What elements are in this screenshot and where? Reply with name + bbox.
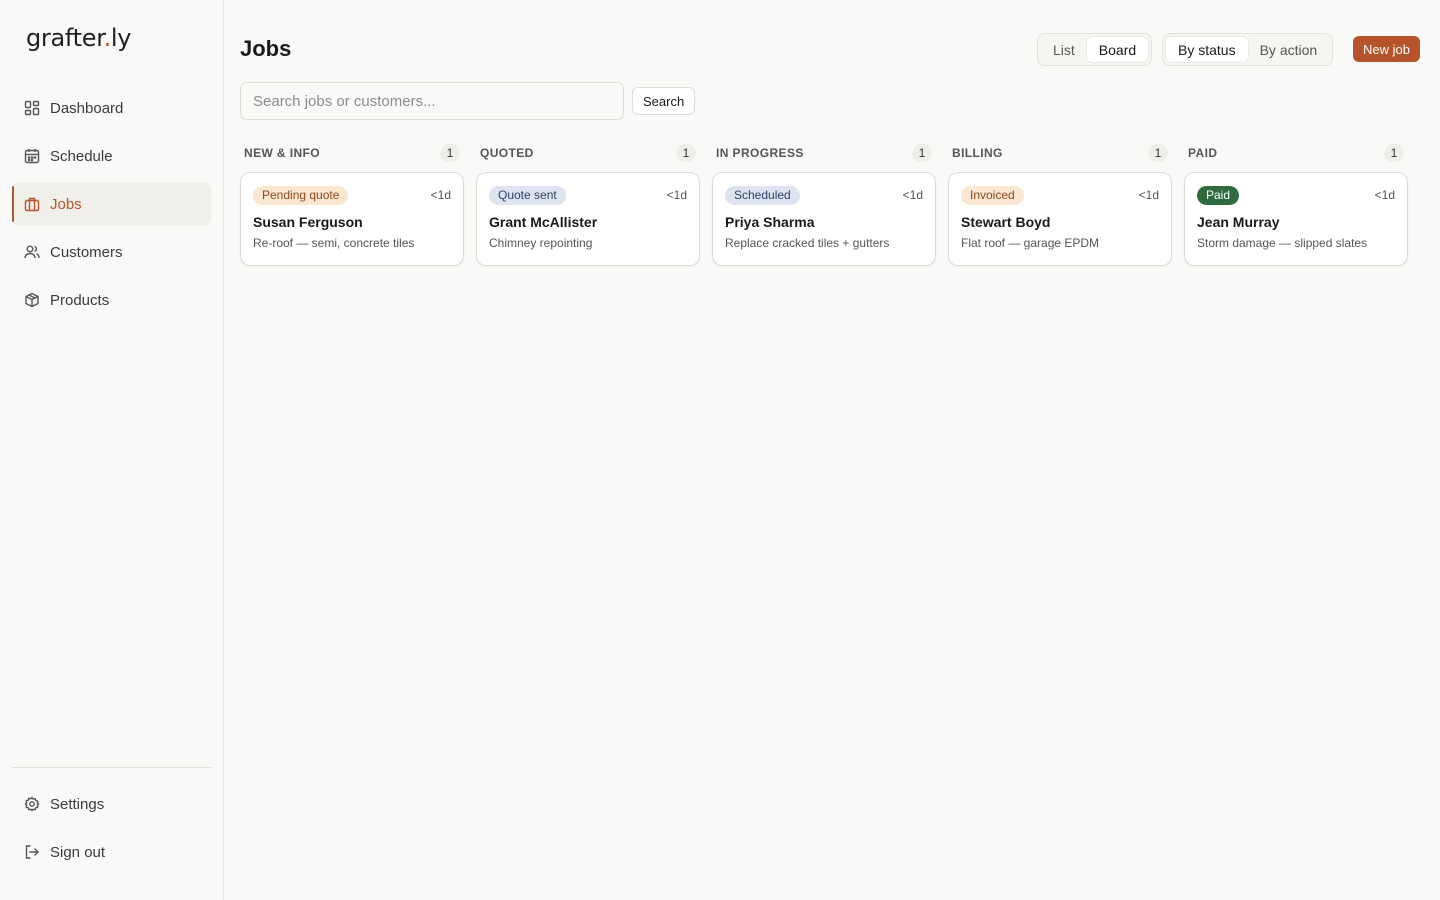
logo-dot: . [103, 24, 112, 52]
job-description: Chimney repointing [489, 236, 593, 250]
customer-name: Susan Ferguson [253, 214, 363, 230]
briefcase-icon [24, 196, 40, 212]
column-count: 1 [676, 144, 696, 162]
search-input[interactable] [240, 82, 624, 120]
view-board-option[interactable]: Board [1086, 37, 1149, 62]
logo-text: grafter [26, 24, 104, 52]
column-header: BILLING 1 [948, 143, 1172, 163]
group-toggle: By status By action [1162, 33, 1334, 66]
job-description: Re-roof — semi, concrete tiles [253, 236, 415, 250]
job-description: Storm damage — slipped slates [1197, 236, 1368, 250]
sidebar-item-label: Dashboard [50, 99, 124, 117]
sidebar-item-label: Jobs [50, 195, 82, 213]
column-title: NEW & INFO [244, 146, 320, 160]
logo-tail: ly [110, 24, 132, 52]
job-card[interactable]: Quote sent <1d Grant McAllister Chimney … [476, 172, 700, 266]
board-column-new-info: NEW & INFO 1 Pending quote <1d Susan Fer… [240, 143, 464, 266]
sidebar-item-jobs[interactable]: Jobs [12, 182, 211, 226]
sidebar-item-label: Products [50, 291, 110, 309]
sidebar-divider [12, 767, 211, 768]
status-badge: Invoiced [961, 185, 1024, 205]
column-count: 1 [1148, 144, 1168, 162]
status-badge: Scheduled [725, 185, 800, 205]
column-header: QUOTED 1 [476, 143, 700, 163]
sidebar: grafter.ly Dashboard Schedule Jobs Custo… [0, 0, 224, 900]
job-age: <1d [430, 188, 451, 202]
job-card[interactable]: Invoiced <1d Stewart Boyd Flat roof — ga… [948, 172, 1172, 266]
sidebar-item-label: Schedule [50, 147, 113, 165]
page-title: Jobs [240, 36, 292, 61]
job-age: <1d [666, 188, 687, 202]
customer-name: Stewart Boyd [961, 214, 1051, 230]
gear-icon [24, 796, 40, 812]
dashboard-icon [24, 100, 40, 116]
column-title: QUOTED [480, 146, 534, 160]
job-card[interactable]: Pending quote <1d Susan Ferguson Re-roof… [240, 172, 464, 266]
sidebar-item-customers[interactable]: Customers [12, 230, 211, 274]
board-column-billing: BILLING 1 Invoiced <1d Stewart Boyd Flat… [948, 143, 1172, 266]
status-badge: Quote sent [489, 185, 566, 205]
view-list-option[interactable]: List [1041, 37, 1087, 62]
column-title: PAID [1188, 146, 1218, 160]
job-age: <1d [1138, 188, 1159, 202]
job-description: Flat roof — garage EPDM [961, 236, 1100, 250]
sidebar-item-sign-out[interactable]: Sign out [12, 830, 211, 874]
new-job-button[interactable]: New job [1353, 36, 1420, 62]
app-logo[interactable]: grafter.ly [26, 24, 132, 52]
group-by-action-option[interactable]: By action [1248, 37, 1330, 62]
calendar-icon [24, 148, 40, 164]
customer-name: Priya Sharma [725, 214, 815, 230]
column-header: PAID 1 [1184, 143, 1408, 163]
status-badge: Pending quote [253, 185, 349, 205]
job-age: <1d [1374, 188, 1395, 202]
column-header: NEW & INFO 1 [240, 143, 464, 163]
sidebar-item-label: Sign out [50, 843, 106, 861]
sidebar-item-products[interactable]: Products [12, 278, 211, 322]
sidebar-item-schedule[interactable]: Schedule [12, 134, 211, 178]
job-age: <1d [902, 188, 923, 202]
column-count: 1 [1384, 144, 1404, 162]
view-toggle: List Board [1037, 33, 1153, 66]
users-icon [24, 244, 40, 260]
job-card[interactable]: Scheduled <1d Priya Sharma Replace crack… [712, 172, 936, 266]
sign-out-icon [24, 844, 40, 860]
sidebar-nav: Dashboard Schedule Jobs Customers Produc… [12, 86, 211, 326]
column-header: IN PROGRESS 1 [712, 143, 936, 163]
customer-name: Grant McAllister [489, 214, 598, 230]
board-column-in-progress: IN PROGRESS 1 Scheduled <1d Priya Sharma… [712, 143, 936, 266]
column-count: 1 [440, 144, 460, 162]
search-button[interactable]: Search [632, 87, 696, 115]
group-by-status-option[interactable]: By status [1166, 37, 1248, 62]
job-description: Replace cracked tiles + gutters [725, 236, 890, 250]
box-icon [24, 292, 40, 308]
column-count: 1 [912, 144, 932, 162]
sidebar-item-label: Settings [50, 795, 105, 813]
customer-name: Jean Murray [1197, 214, 1280, 230]
sidebar-item-label: Customers [50, 243, 123, 261]
board-column-paid: PAID 1 Paid <1d Jean Murray Storm damage… [1184, 143, 1408, 266]
column-title: BILLING [952, 146, 1003, 160]
board-column-quoted: QUOTED 1 Quote sent <1d Grant McAllister… [476, 143, 700, 266]
sidebar-item-dashboard[interactable]: Dashboard [12, 86, 211, 130]
job-card[interactable]: Paid <1d Jean Murray Storm damage — slip… [1184, 172, 1408, 266]
sidebar-bottom-nav: Settings Sign out [12, 782, 211, 878]
column-title: IN PROGRESS [716, 146, 804, 160]
sidebar-item-settings[interactable]: Settings [12, 782, 211, 826]
status-badge: Paid [1197, 185, 1240, 205]
